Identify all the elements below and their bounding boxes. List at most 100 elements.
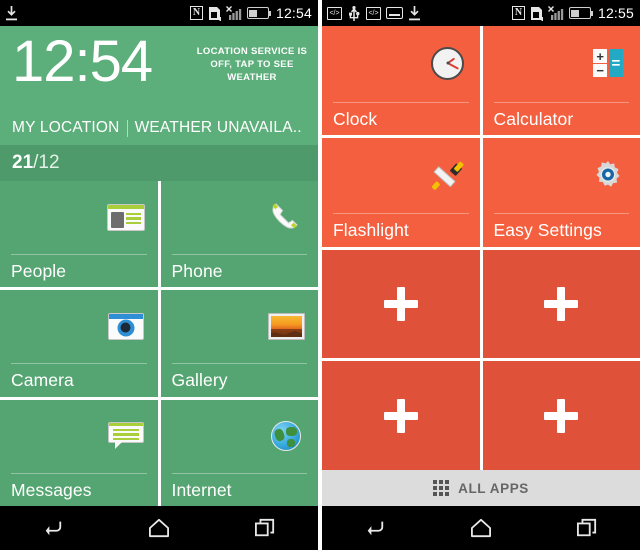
camera-icon bbox=[106, 309, 146, 343]
signal-no-service-icon bbox=[225, 6, 242, 20]
calc-equals-key: = bbox=[608, 49, 623, 78]
plus-icon bbox=[544, 286, 579, 321]
phone-handset-icon bbox=[266, 200, 306, 234]
calc-plus-key: + bbox=[593, 49, 608, 63]
tile-divider bbox=[333, 213, 469, 215]
tile-label: Clock bbox=[333, 108, 378, 129]
back-button[interactable] bbox=[322, 506, 428, 550]
right-status-time: 12:55 bbox=[597, 5, 634, 21]
widget-location-row: MY LOCATION WEATHER UNAVAILA.. bbox=[12, 119, 302, 137]
tile-people[interactable]: People bbox=[0, 181, 158, 288]
tile-divider bbox=[171, 363, 307, 365]
developer-icon: </> bbox=[327, 6, 342, 20]
battery-charging-icon bbox=[246, 7, 272, 19]
home-button[interactable] bbox=[106, 506, 212, 550]
left-status-left-icons bbox=[5, 5, 18, 21]
tile-label: Camera bbox=[11, 370, 74, 391]
tile-gallery[interactable]: Gallery bbox=[160, 290, 318, 397]
date-month: /12 bbox=[33, 152, 60, 173]
all-apps-button[interactable]: ALL APPS bbox=[322, 470, 640, 506]
tile-flashlight[interactable]: Flashlight bbox=[322, 137, 480, 247]
grid-dots-icon bbox=[433, 480, 450, 496]
left-status-bar: N 12:54 bbox=[0, 0, 318, 26]
widget-clock: 12:54 bbox=[12, 29, 153, 94]
tile-clock[interactable]: Clock bbox=[322, 26, 480, 135]
flashlight-icon bbox=[428, 158, 468, 192]
weather-clock-widget[interactable]: 12:54 LOCATION SERVICE IS OFF, TAP TO SE… bbox=[0, 26, 318, 145]
tile-label: Messages bbox=[11, 479, 92, 500]
tile-divider bbox=[171, 254, 307, 256]
date-bar[interactable]: 21 /12 bbox=[0, 145, 318, 181]
left-phone: N 12:54 12:54 LOCATION SERVICE IS OFF, T… bbox=[0, 0, 318, 550]
download-icon bbox=[5, 5, 18, 21]
tile-divider bbox=[11, 254, 147, 256]
tile-label: People bbox=[11, 261, 67, 282]
tile-label: Gallery bbox=[171, 370, 228, 391]
calculator-icon: + = − bbox=[588, 46, 628, 80]
tile-divider bbox=[171, 472, 307, 474]
home-button[interactable] bbox=[428, 506, 534, 550]
plus-icon bbox=[544, 398, 579, 433]
tile-label: Internet bbox=[171, 479, 232, 500]
plus-icon bbox=[383, 286, 418, 321]
tile-add-app[interactable] bbox=[482, 361, 640, 470]
tile-messages[interactable]: Messages bbox=[0, 399, 158, 506]
usb-icon bbox=[347, 5, 361, 21]
tile-phone[interactable]: Phone bbox=[160, 181, 318, 288]
tile-add-app[interactable] bbox=[322, 361, 480, 470]
globe-icon bbox=[266, 419, 306, 453]
nfc-icon: N bbox=[189, 6, 203, 20]
widget-separator bbox=[126, 119, 128, 137]
right-status-right-icons: N 12:55 bbox=[511, 5, 634, 21]
tile-add-app[interactable] bbox=[322, 249, 480, 359]
sim-card-icon bbox=[208, 6, 222, 21]
tile-camera[interactable]: Camera bbox=[0, 290, 158, 397]
all-apps-label: ALL APPS bbox=[458, 480, 529, 496]
tile-label: Phone bbox=[171, 261, 223, 282]
right-status-bar: </> </> N 12:55 bbox=[322, 0, 640, 26]
tile-label: Easy Settings bbox=[493, 220, 602, 241]
tile-divider bbox=[493, 101, 629, 103]
sim-card-icon bbox=[530, 6, 544, 21]
widget-weather-label: WEATHER UNAVAILA.. bbox=[134, 119, 302, 136]
recents-button[interactable] bbox=[534, 506, 640, 550]
recents-button[interactable] bbox=[212, 506, 318, 550]
keyboard-icon bbox=[386, 7, 403, 19]
nfc-icon: N bbox=[511, 6, 525, 20]
widget-top-row: 12:54 LOCATION SERVICE IS OFF, TAP TO SE… bbox=[0, 26, 318, 94]
download-icon bbox=[408, 5, 421, 21]
right-nav-bar bbox=[322, 506, 640, 550]
contacts-icon bbox=[106, 200, 146, 234]
left-status-right-icons: N 12:54 bbox=[189, 5, 312, 21]
gear-icon bbox=[588, 158, 628, 192]
tile-label: Flashlight bbox=[333, 220, 409, 241]
calc-minus-key: − bbox=[593, 64, 608, 78]
tile-add-app[interactable] bbox=[482, 249, 640, 359]
gallery-icon bbox=[266, 309, 306, 343]
developer-icon: </> bbox=[366, 6, 381, 20]
signal-no-service-icon bbox=[547, 6, 564, 20]
dual-phone-screenshot: N 12:54 12:54 LOCATION SERVICE IS OFF, T… bbox=[0, 0, 640, 550]
location-service-note[interactable]: LOCATION SERVICE IS OFF, TAP TO SEE WEAT… bbox=[196, 34, 308, 89]
tile-calculator[interactable]: + = − Calculator bbox=[482, 26, 640, 135]
widget-location-label: MY LOCATION bbox=[12, 119, 120, 136]
tile-divider bbox=[333, 101, 469, 103]
tile-label: Calculator bbox=[493, 108, 574, 129]
back-button[interactable] bbox=[0, 506, 106, 550]
tile-divider bbox=[493, 213, 629, 215]
right-status-left-icons: </> </> bbox=[327, 5, 421, 21]
right-app-grid: Clock + = − Calculator Flashlight Easy S… bbox=[322, 26, 640, 470]
messages-icon bbox=[106, 419, 146, 453]
tile-divider bbox=[11, 472, 147, 474]
tile-internet[interactable]: Internet bbox=[160, 399, 318, 506]
date-day: 21 bbox=[12, 152, 34, 173]
left-nav-bar bbox=[0, 506, 318, 550]
battery-charging-icon bbox=[568, 7, 594, 19]
tile-divider bbox=[11, 363, 147, 365]
tile-easy-settings[interactable]: Easy Settings bbox=[482, 137, 640, 247]
left-app-grid: People Phone Camera Gallery Messages Int… bbox=[0, 181, 318, 506]
analog-clock-icon bbox=[428, 46, 468, 80]
plus-icon bbox=[383, 398, 418, 433]
left-status-time: 12:54 bbox=[275, 5, 312, 21]
right-phone: </> </> N 12:55 Clock + = − Calculator F… bbox=[322, 0, 640, 550]
